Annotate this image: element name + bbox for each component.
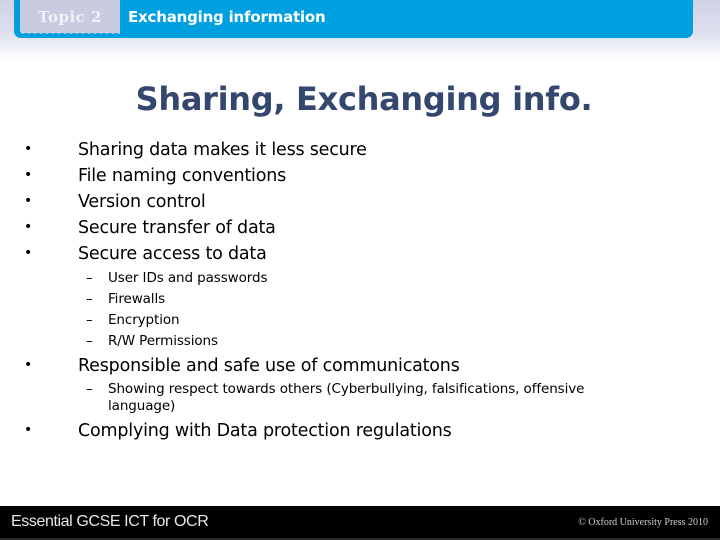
bullet-icon: • bbox=[24, 141, 33, 157]
bullet-icon: • bbox=[24, 193, 33, 209]
topic-tab: Topic 2 bbox=[20, 0, 120, 35]
sub-bullet-item: – User IDs and passwords bbox=[86, 270, 267, 286]
bullet-icon: • bbox=[24, 219, 33, 235]
section-title: Exchanging information bbox=[128, 8, 326, 26]
bullet-item: • Secure access to data bbox=[24, 244, 267, 264]
sub-bullet-item: – Showing respect towards others (Cyberbu… bbox=[86, 381, 648, 415]
dash-icon: – bbox=[86, 381, 93, 397]
dash-icon: – bbox=[86, 333, 93, 349]
sub-bullet-text: Firewalls bbox=[108, 291, 166, 307]
bullet-item: • Version control bbox=[24, 192, 206, 212]
bullet-item: • Secure transfer of data bbox=[24, 218, 276, 238]
footer-bar: Essential GCSE ICT for OCR © Oxford Univ… bbox=[0, 506, 720, 540]
copyright-notice: © Oxford University Press 2010 bbox=[578, 517, 708, 528]
footer-title: Essential GCSE ICT for OCR bbox=[11, 513, 209, 530]
sub-bullet-text: R/W Permissions bbox=[108, 333, 218, 349]
bullet-text: Secure transfer of data bbox=[78, 218, 276, 238]
topic-label: Topic 2 bbox=[38, 8, 102, 26]
sub-bullet-text: User IDs and passwords bbox=[108, 270, 268, 286]
bullet-item: • File naming conventions bbox=[24, 166, 286, 186]
bullet-item: • Responsible and safe use of communicato… bbox=[24, 356, 460, 376]
bullet-text: File naming conventions bbox=[78, 166, 287, 186]
dash-icon: – bbox=[86, 270, 93, 286]
slide-title: Sharing, Exchanging info. bbox=[135, 80, 593, 118]
bullet-text: Responsible and safe use of communicaton… bbox=[78, 356, 460, 376]
sub-bullet-text: Showing respect towards others (Cyberbul… bbox=[108, 381, 585, 414]
sub-bullet-text: Encryption bbox=[108, 312, 180, 328]
bullet-item: • Sharing data makes it less secure bbox=[24, 140, 367, 160]
dash-icon: – bbox=[86, 312, 93, 328]
bullet-text: Secure access to data bbox=[78, 244, 267, 264]
dash-icon: – bbox=[86, 291, 93, 307]
bullet-text: Complying with Data protection regulatio… bbox=[78, 421, 452, 441]
bullet-text: Sharing data makes it less secure bbox=[78, 140, 367, 160]
bullet-icon: • bbox=[24, 357, 33, 373]
bullet-item: • Complying with Data protection regulati… bbox=[24, 421, 452, 441]
sub-bullet-item: – Encryption bbox=[86, 312, 180, 328]
bullet-icon: • bbox=[24, 167, 33, 183]
bullet-icon: • bbox=[24, 245, 33, 261]
sub-bullet-item: – R/W Permissions bbox=[86, 333, 218, 349]
bullet-text: Version control bbox=[78, 192, 206, 212]
bullet-icon: • bbox=[24, 422, 33, 438]
sub-bullet-item: – Firewalls bbox=[86, 291, 165, 307]
